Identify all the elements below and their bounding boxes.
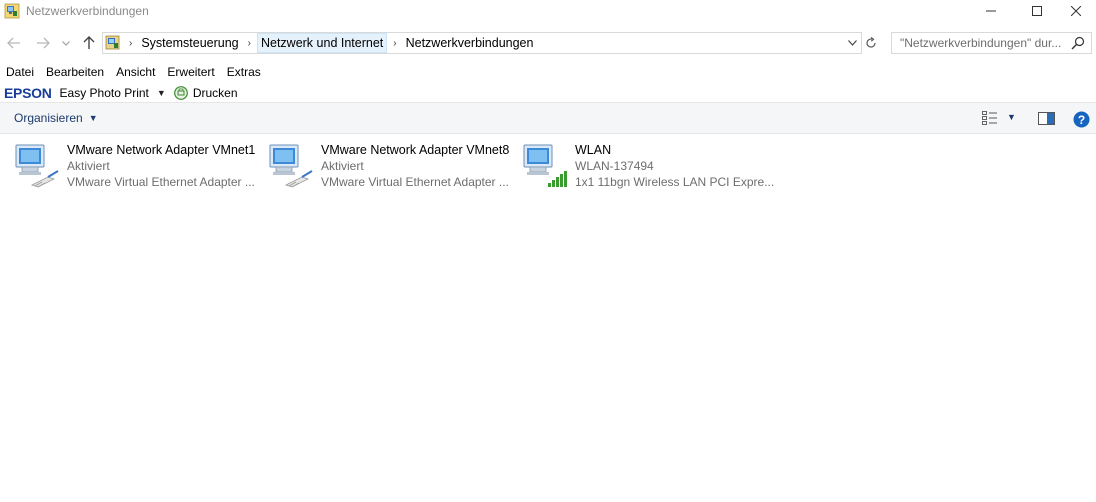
chevron-down-icon	[62, 40, 70, 46]
connection-device: VMware Virtual Ethernet Adapter ...	[321, 175, 509, 189]
connection-name: VMware Network Adapter VMnet8	[321, 143, 510, 157]
maximize-icon	[1032, 6, 1042, 16]
navigation-bar: › Systemsteuerung › Netzwerk und Interne…	[0, 31, 1096, 55]
help-icon[interactable]: ?	[1073, 111, 1090, 128]
breadcrumb-systemsteuerung[interactable]: Systemsteuerung	[138, 33, 241, 53]
command-bar: Organisieren ▼ ▼ ?	[0, 102, 1096, 134]
chevron-right-icon: ›	[129, 37, 133, 49]
connection-name: WLAN	[575, 143, 612, 157]
minimize-icon	[986, 10, 996, 12]
epson-logo: EPSON	[4, 85, 52, 101]
arrow-right-icon	[37, 37, 50, 49]
connection-item-wlan[interactable]: WLAN WLAN-137494 1x1 11bgn Wireless LAN …	[522, 141, 775, 191]
forward-button[interactable]	[33, 33, 53, 53]
menu-erweitert[interactable]: Erweitert	[161, 63, 220, 81]
breadcrumb-netzwerk-und-internet[interactable]: Netzwerk und Internet	[256, 33, 388, 53]
connection-name: VMware Network Adapter VMnet1	[67, 143, 256, 157]
search-icon[interactable]	[1071, 36, 1085, 50]
arrow-left-icon	[7, 37, 20, 49]
svg-text:?: ?	[1078, 113, 1085, 127]
preview-pane-icon[interactable]	[1038, 112, 1055, 125]
ethernet-adapter-icon	[15, 144, 59, 188]
chevron-right-icon[interactable]: ›	[387, 38, 402, 49]
organize-button[interactable]: Organisieren ▼	[14, 111, 98, 125]
connections-list: VMware Network Adapter VMnet1 Aktiviert …	[0, 135, 1096, 502]
caret-down-icon: ▼	[88, 113, 98, 123]
recent-locations-button[interactable]	[58, 33, 74, 53]
refresh-icon	[866, 37, 876, 48]
search-input[interactable]: "Netzwerkverbindungen" dur...	[891, 32, 1092, 54]
view-options-dropdown-icon[interactable]: ▼	[1007, 112, 1016, 122]
network-connections-app-icon	[4, 3, 20, 19]
menu-ansicht[interactable]: Ansicht	[110, 63, 161, 81]
connection-status: Aktiviert	[321, 159, 364, 173]
refresh-button[interactable]	[862, 33, 880, 53]
caret-down-icon[interactable]: ▼	[157, 88, 166, 98]
breadcrumb-netzwerkverbindungen[interactable]: Netzwerkverbindungen	[403, 33, 537, 53]
connection-item-vmnet1[interactable]: VMware Network Adapter VMnet1 Aktiviert …	[14, 141, 264, 191]
menu-bar: Datei Bearbeiten Ansicht Erweitert Extra…	[0, 63, 267, 81]
change-view-icon[interactable]	[982, 111, 998, 125]
epson-toolbar: EPSON Easy Photo Print ▼ Drucken	[0, 83, 238, 103]
control-panel-icon	[105, 35, 120, 50]
menu-extras[interactable]: Extras	[221, 63, 267, 81]
window-title: Netzwerkverbindungen	[26, 4, 149, 18]
minimize-button[interactable]	[968, 0, 1014, 22]
chevron-right-icon[interactable]: ›	[242, 38, 257, 49]
back-button[interactable]	[4, 33, 24, 53]
up-button[interactable]	[79, 33, 99, 53]
address-history-dropdown[interactable]	[845, 35, 859, 51]
connection-status: Aktiviert	[67, 159, 110, 173]
close-icon	[1071, 6, 1081, 16]
print-icon	[173, 86, 188, 100]
menu-bearbeiten[interactable]: Bearbeiten	[40, 63, 110, 81]
print-label: Drucken	[192, 86, 238, 100]
connection-status: WLAN-137494	[575, 159, 654, 173]
connection-device: VMware Virtual Ethernet Adapter ...	[67, 175, 255, 189]
close-button[interactable]	[1056, 0, 1096, 22]
easy-photo-print-label: Easy Photo Print	[59, 86, 149, 100]
print-button[interactable]: Drucken	[166, 86, 238, 100]
easy-photo-print-button[interactable]: Easy Photo Print ▼	[60, 86, 166, 100]
menu-datei[interactable]: Datei	[0, 63, 40, 81]
organize-label: Organisieren	[14, 111, 83, 125]
connection-item-vmnet8[interactable]: VMware Network Adapter VMnet8 Aktiviert …	[268, 141, 518, 191]
arrow-up-icon	[83, 36, 95, 49]
wireless-adapter-icon	[523, 144, 567, 187]
search-placeholder: "Netzwerkverbindungen" dur...	[900, 36, 1062, 50]
maximize-button[interactable]	[1014, 0, 1060, 22]
connection-device: 1x1 11bgn Wireless LAN PCI Expre...	[575, 175, 775, 189]
ethernet-adapter-icon	[269, 144, 313, 188]
title-bar: Netzwerkverbindungen	[0, 0, 1096, 24]
chevron-down-icon	[847, 40, 857, 46]
address-bar[interactable]: › Systemsteuerung › Netzwerk und Interne…	[102, 32, 862, 54]
